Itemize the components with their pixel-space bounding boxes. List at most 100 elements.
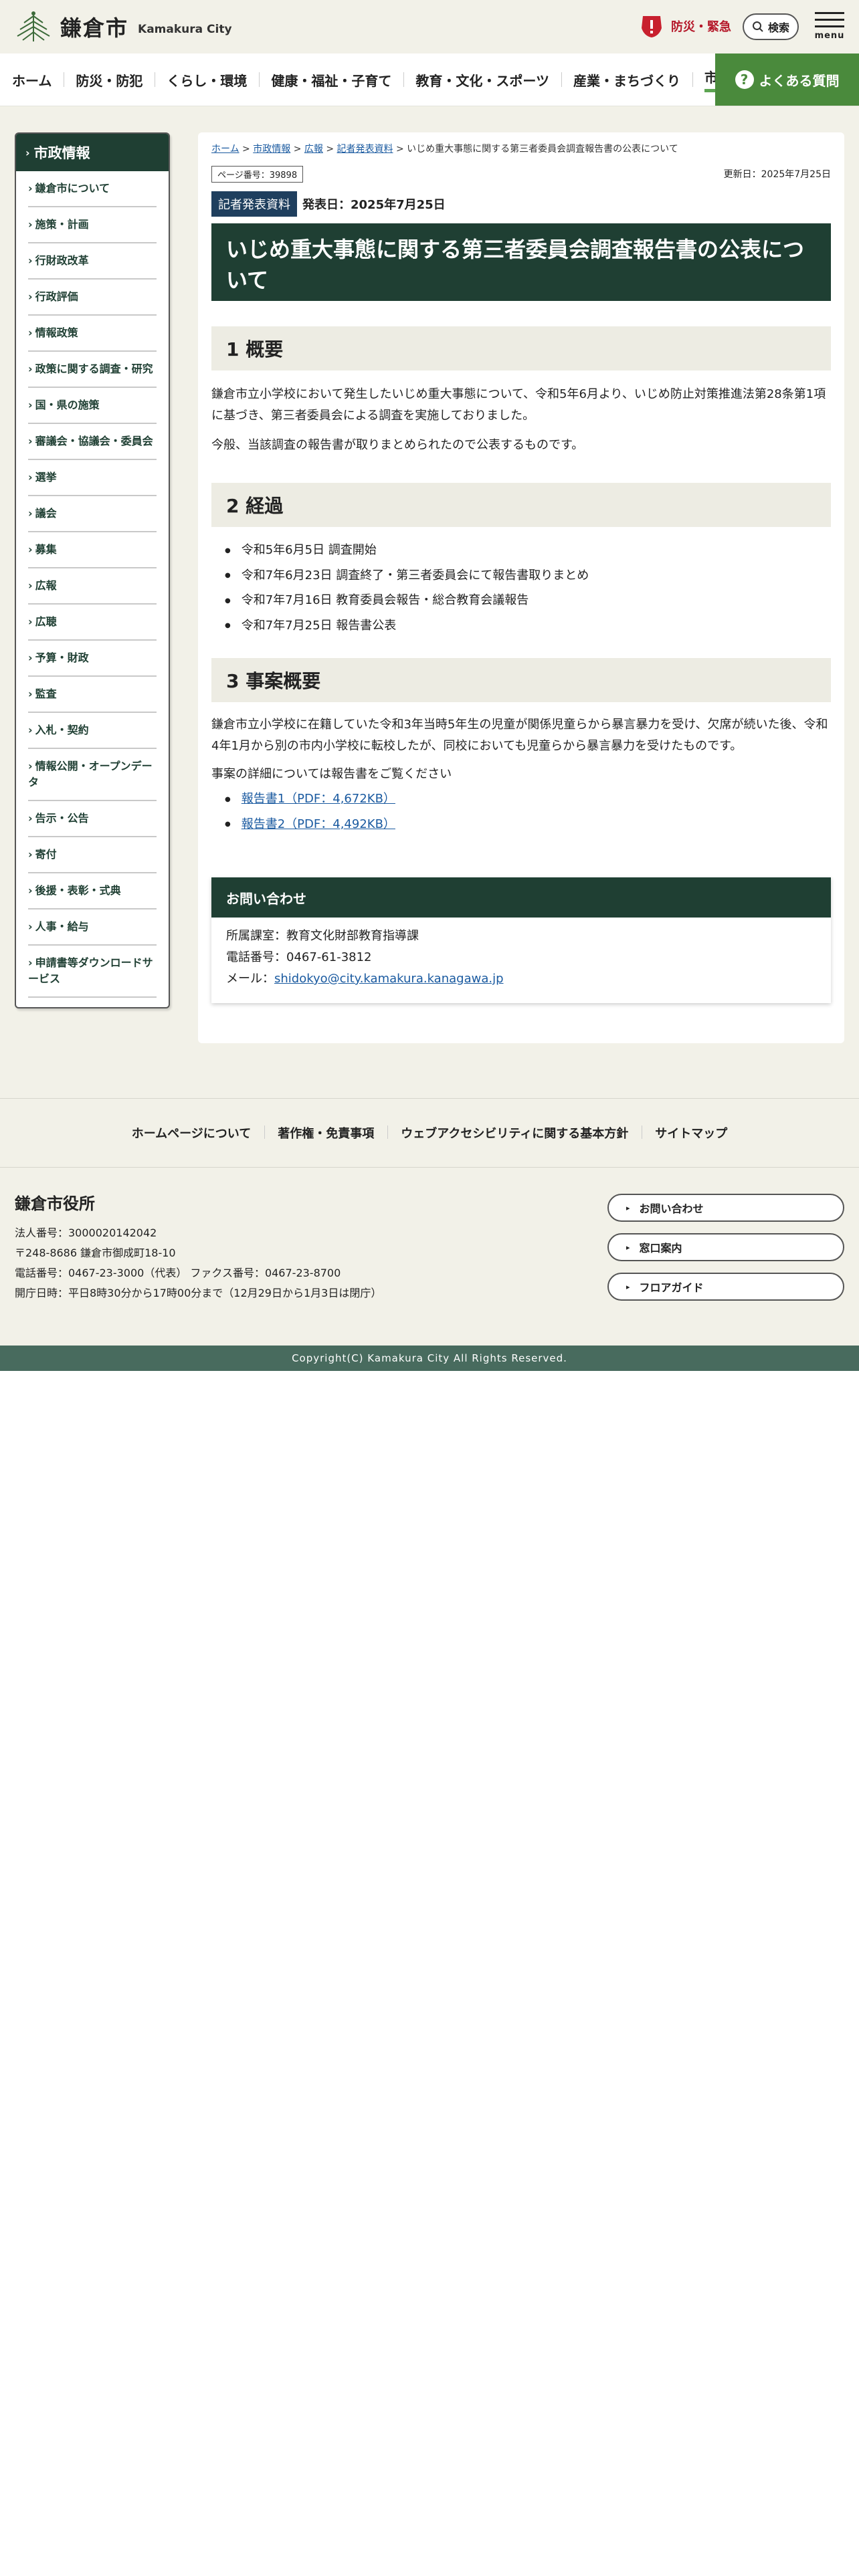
footer-links: ホームページについて 著作権・免責事項 ウェブアクセシビリティに関する基本方針 … bbox=[0, 1098, 859, 1168]
sidebar: ›市政情報 鎌倉市について 施策・計画 行財政改革 行政評価 情報政策 政策に関… bbox=[15, 132, 170, 1008]
sidebar-item[interactable]: 監査 bbox=[28, 677, 157, 713]
overview-paragraph-1: 鎌倉市立小学校において発生したいじめ重大事態について、令和5年6月より、いじめ防… bbox=[211, 387, 826, 423]
sidebar-list: 鎌倉市について 施策・計画 行財政改革 行政評価 情報政策 政策に関する調査・研… bbox=[16, 171, 169, 1007]
sidebar-item[interactable]: 人事・給与 bbox=[28, 909, 157, 946]
faq-button[interactable]: ? よくある質問 bbox=[715, 53, 859, 106]
updated-date: 更新日：2025年7月25日 bbox=[723, 169, 831, 180]
footer-counter-button[interactable]: 窓口案内 bbox=[607, 1233, 844, 1261]
contact-dept: 所属課室：教育文化財部教育指導課 bbox=[226, 929, 419, 943]
kamakura-logo-icon bbox=[17, 11, 50, 41]
site-header: 鎌倉市 Kamakura City 防災・緊急 検索 menu bbox=[0, 0, 859, 53]
list-item: 令和5年6月5日 調査開始 bbox=[211, 538, 831, 563]
site-logo[interactable]: 鎌倉市 Kamakura City bbox=[15, 9, 232, 44]
list-item: 令和7年6月23日 調査終了・第三者委員会にて報告書取りまとめ bbox=[211, 563, 831, 588]
contact-body: 所属課室：教育文化財部教育指導課 電話番号：0467-61-3812 メール：s… bbox=[211, 918, 831, 998]
nav-item-disaster[interactable]: 防災・防犯 bbox=[64, 53, 155, 106]
sidebar-item[interactable]: 予算・財政 bbox=[28, 641, 157, 677]
contact-mail-link[interactable]: shidokyo@city.kamakura.kanagawa.jp bbox=[274, 972, 504, 986]
contact-title: お問い合わせ bbox=[211, 877, 831, 918]
section-heading-case-summary: 3 事案概要 bbox=[211, 658, 831, 702]
menu-label: menu bbox=[814, 31, 845, 41]
sidebar-item[interactable]: 政策に関する調査・研究 bbox=[28, 352, 157, 388]
contact-mail-row: メール：shidokyo@city.kamakura.kanagawa.jp bbox=[226, 972, 504, 986]
breadcrumb-home[interactable]: ホーム bbox=[211, 144, 240, 154]
breadcrumb-city-info[interactable]: 市政情報 bbox=[253, 144, 290, 154]
sidebar-item[interactable]: 議会 bbox=[28, 496, 157, 532]
nav-item-education[interactable]: 教育・文化・スポーツ bbox=[403, 53, 561, 106]
copyright: Copyright(C) Kamakura City All Rights Re… bbox=[0, 1346, 859, 1371]
sidebar-item[interactable]: 広聴 bbox=[28, 605, 157, 641]
question-icon: ? bbox=[735, 70, 754, 89]
sidebar-item[interactable]: 告示・公告 bbox=[28, 801, 157, 837]
search-button[interactable]: 検索 bbox=[743, 13, 799, 40]
sidebar-item[interactable]: 寄付 bbox=[28, 837, 157, 873]
hamburger-icon bbox=[815, 12, 844, 14]
nav-item-home[interactable]: ホーム bbox=[0, 53, 64, 106]
sidebar-item[interactable]: 鎌倉市について bbox=[28, 171, 157, 207]
footer-contact-button[interactable]: お問い合わせ bbox=[607, 1194, 844, 1222]
list-item: 令和7年7月16日 教育委員会報告・総合教育会議報告 bbox=[211, 588, 831, 613]
menu-button[interactable]: menu bbox=[814, 12, 846, 47]
case-paragraph-1: 鎌倉市立小学校に在籍していた令和3年当時5年生の児童が関係児童らから暴言暴力を受… bbox=[211, 718, 828, 753]
sidebar-item[interactable]: 情報政策 bbox=[28, 316, 157, 352]
press-date: 発表日：2025年7月25日 bbox=[302, 198, 446, 212]
section-heading-progress: 2 経過 bbox=[211, 483, 831, 527]
section-heading-overview: 1 概要 bbox=[211, 326, 831, 370]
sidebar-item[interactable]: 行政評価 bbox=[28, 280, 157, 316]
nav-item-health[interactable]: 健康・福祉・子育て bbox=[259, 53, 403, 106]
phone: 電話番号：0467-23-3000（代表） ファクス番号：0467-23-870… bbox=[15, 1267, 341, 1279]
list-item: 報告書1（PDF：4,672KB） bbox=[211, 786, 831, 812]
sidebar-item[interactable]: 入札・契約 bbox=[28, 713, 157, 749]
sidebar-item[interactable]: 施策・計画 bbox=[28, 207, 157, 243]
sidebar-item[interactable]: 広報 bbox=[28, 568, 157, 605]
sidebar-item[interactable]: 情報公開・オープンデータ bbox=[28, 749, 157, 801]
sidebar-item[interactable]: 審議会・協議会・委員会 bbox=[28, 424, 157, 460]
sidebar-item[interactable]: 募集 bbox=[28, 532, 157, 568]
case-paragraph-2: 事案の詳細については報告書をご覧ください bbox=[211, 767, 452, 781]
hamburger-icon-bar bbox=[815, 25, 844, 27]
emergency-link[interactable]: 防災・緊急 bbox=[639, 13, 731, 39]
list-item: 報告書2（PDF：4,492KB） bbox=[211, 812, 831, 837]
alert-shield-icon bbox=[642, 16, 662, 37]
address: 〒248-8686 鎌倉市御成町18-10 bbox=[15, 1247, 176, 1259]
breadcrumb-pr[interactable]: 広報 bbox=[304, 144, 323, 154]
hamburger-icon-bar bbox=[815, 19, 844, 21]
nav-item-living[interactable]: くらし・環境 bbox=[155, 53, 259, 106]
sidebar-item[interactable]: 国・県の施策 bbox=[28, 388, 157, 424]
footer-link-sitemap[interactable]: サイトマップ bbox=[642, 1124, 741, 1142]
footer-link-copyright[interactable]: 著作権・免責事項 bbox=[264, 1124, 387, 1142]
breadcrumb: ホーム > 市政情報 > 広報 > 記者発表資料 > いじめ重大事態に関する第三… bbox=[211, 144, 678, 154]
page-title: いじめ重大事態に関する第三者委員会調査報告書の公表について bbox=[211, 223, 831, 301]
report-1-link[interactable]: 報告書1（PDF：4,672KB） bbox=[242, 792, 395, 806]
footer-link-accessibility[interactable]: ウェブアクセシビリティに関する基本方針 bbox=[387, 1124, 642, 1142]
sidebar-item[interactable]: 後援・表彰・式典 bbox=[28, 873, 157, 909]
sidebar-title[interactable]: › 市政情報 bbox=[16, 134, 169, 171]
contact-tel: 電話番号：0467-61-3812 bbox=[226, 950, 372, 964]
list-item: 令和7年7月25日 報告書公表 bbox=[211, 613, 831, 639]
emergency-label: 防災・緊急 bbox=[671, 20, 731, 34]
footer-buttons: お問い合わせ 窓口案内 フロアガイド bbox=[607, 1194, 844, 1312]
logo-english: Kamakura City bbox=[138, 23, 232, 36]
breadcrumb-current: いじめ重大事態に関する第三者委員会調査報告書の公表について bbox=[407, 144, 678, 154]
footer-link-about[interactable]: ホームページについて bbox=[118, 1124, 265, 1142]
page-background: 鎌倉市 Kamakura City 防災・緊急 検索 menu ホーム 防災・防… bbox=[0, 0, 859, 1371]
contact-box: お問い合わせ 所属課室：教育文化財部教育指導課 電話番号：0467-61-381… bbox=[211, 877, 831, 1003]
sidebar-item[interactable]: 行財政改革 bbox=[28, 243, 157, 280]
nav-item-industry[interactable]: 産業・まちづくり bbox=[561, 53, 692, 106]
progress-list: 令和5年6月5日 調査開始 令和7年6月23日 調査終了・第三者委員会にて報告書… bbox=[211, 538, 831, 638]
overview-paragraph-2: 今般、当該調査の報告書が取りまとめられたので公表するものです。 bbox=[211, 438, 584, 452]
org-name: 鎌倉市役所 bbox=[15, 1194, 95, 1213]
sidebar-item[interactable]: 選挙 bbox=[28, 460, 157, 496]
footer-floor-guide-button[interactable]: フロアガイド bbox=[607, 1273, 844, 1301]
sidebar-item[interactable]: 申請書等ダウンロードサービス bbox=[28, 946, 157, 998]
breadcrumb-press[interactable]: 記者発表資料 bbox=[337, 144, 393, 154]
logo-japanese: 鎌倉市 bbox=[60, 15, 129, 41]
press-tag: 記者発表資料 bbox=[211, 191, 297, 217]
global-nav: ホーム 防災・防犯 くらし・環境 健康・福祉・子育て 教育・文化・スポーツ 産業… bbox=[0, 53, 859, 106]
report-2-link[interactable]: 報告書2（PDF：4,492KB） bbox=[242, 817, 395, 831]
faq-label: よくある質問 bbox=[759, 72, 840, 89]
search-label: 検索 bbox=[767, 21, 789, 34]
corp-number: 法人番号：3000020142042 bbox=[15, 1226, 157, 1239]
report-links: 報告書1（PDF：4,672KB） 報告書2（PDF：4,492KB） bbox=[211, 786, 831, 837]
search-icon bbox=[752, 21, 763, 32]
